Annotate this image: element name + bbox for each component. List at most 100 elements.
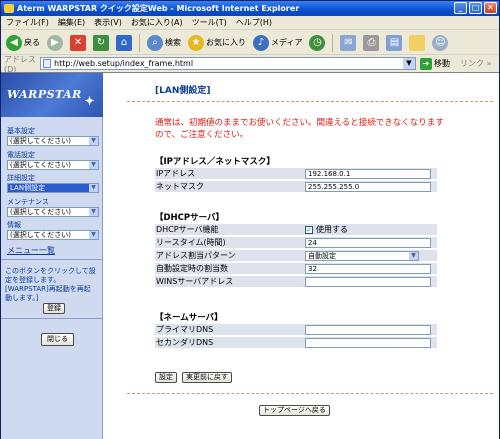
toolbar: ◀ 戻る ▶ ✕ ↻ ⌂ ⌕ 検索 ★ お気に入り ♪ メディア ◷ ✉ ⎙ ▤… — [1, 31, 499, 55]
primary-dns-label: プライマリDNS — [155, 324, 303, 336]
assign-count-label: 自動設定時の割当数 — [155, 263, 303, 275]
warning-text: 通常は、初期値のままでお使いください。間違えると接続できなくなりますので、ご注意… — [155, 118, 444, 140]
maximize-button[interactable]: □ — [469, 2, 482, 14]
refresh-button[interactable]: ↻ — [91, 33, 111, 53]
chevron-down-icon[interactable]: ▼ — [403, 58, 415, 69]
menu-help[interactable]: ヘルプ(H) — [236, 16, 272, 29]
nav-select-phone[interactable]: (選択してください) ▼ — [7, 160, 99, 170]
browser-window: Aterm WARPSTAR クイック設定Web - Microsoft Int… — [0, 0, 500, 439]
address-pattern-value: 自動設定 — [308, 251, 336, 260]
lease-time-input[interactable]: 24 — [305, 237, 431, 248]
nav-select-value: LAN側設定 — [10, 184, 46, 192]
revert-button[interactable]: 実更前に戻す — [182, 372, 232, 383]
mail-icon: ✉ — [340, 34, 357, 51]
ip-address-row: IPアドレス 192.168.0.1 — [155, 168, 437, 180]
mail-button[interactable]: ✉ — [338, 33, 358, 53]
wins-row: WINSサーバアドレス — [155, 276, 437, 288]
home-button[interactable]: ⌂ — [114, 33, 134, 53]
menu-tools[interactable]: ツール(T) — [192, 16, 227, 29]
back-button[interactable]: ◀ 戻る — [4, 33, 42, 53]
secondary-dns-input[interactable] — [305, 337, 431, 348]
nav-basic: 基本設定 (選択してください) ▼ — [7, 127, 99, 146]
media-button[interactable]: ♪ メディア — [251, 33, 304, 53]
nav-select-maintenance[interactable]: (選択してください) ▼ — [7, 207, 99, 217]
address-pattern-row: アドレス割当パターン 自動設定 ▼ — [155, 250, 437, 262]
sidebar-divider — [1, 259, 103, 260]
wins-label: WINSサーバアドレス — [155, 276, 303, 288]
chevron-down-icon: ▼ — [409, 251, 418, 260]
menu-view[interactable]: 表示(V) — [94, 16, 122, 29]
print-button[interactable]: ⎙ — [361, 33, 381, 53]
favorites-button[interactable]: ★ お気に入り — [186, 33, 248, 53]
form-buttons: 設定 実更前に戻す — [155, 372, 232, 383]
nav-select-value: (選択してください) — [10, 161, 72, 169]
messenger-icon: ☺ — [432, 34, 449, 51]
forward-arrow-icon: ▶ — [47, 34, 63, 51]
primary-dns-row: プライマリDNS — [155, 324, 437, 336]
assign-count-input[interactable]: 32 — [305, 263, 431, 274]
chevron-down-icon: ▼ — [89, 208, 98, 216]
assign-count-cell: 32 — [303, 263, 437, 275]
ip-address-input[interactable]: 192.168.0.1 — [305, 168, 431, 179]
close-button[interactable]: ✕ — [484, 2, 497, 14]
address-label: アドレス(D) — [4, 54, 36, 74]
address-pattern-cell: 自動設定 ▼ — [303, 250, 437, 262]
media-label: メディア — [271, 38, 303, 47]
register-note: このボタンをクリックして設定を登録します。[WARPSTAR]再起動を再起動しま… — [5, 267, 96, 302]
primary-dns-cell — [303, 324, 437, 336]
menu-file[interactable]: ファイル(F) — [6, 16, 49, 29]
search-icon: ⌕ — [147, 34, 163, 51]
register-button[interactable]: 登録 — [43, 303, 65, 314]
stop-button[interactable]: ✕ — [68, 33, 88, 53]
nav-phone: 電話設定 (選択してください) ▼ — [7, 151, 99, 170]
page-icon — [43, 59, 51, 68]
netmask-row: ネットマスク 255.255.255.0 — [155, 181, 437, 193]
name-server-heading: 【ネームサーバ】 — [155, 313, 223, 323]
secondary-dns-row: セカンダリDNS — [155, 337, 437, 349]
primary-dns-input[interactable] — [305, 324, 431, 335]
dhcp-enable-checkbox[interactable]: ✓ — [305, 225, 313, 234]
close-wrap: 閉じる — [41, 333, 74, 346]
messenger-button[interactable]: ☺ — [430, 33, 450, 53]
dhcp-function-row: DHCPサーバ機能 ✓ 使用する — [155, 224, 437, 236]
top-page-wrap: トップページへ戻る — [259, 405, 330, 416]
history-button[interactable]: ◷ — [307, 33, 327, 53]
lease-time-label: リースタイム(時間) — [155, 237, 303, 249]
address-url: http://web.setup/index_frame.html — [54, 59, 194, 68]
edit-page-icon: ▤ — [386, 34, 403, 51]
go-button[interactable]: ➔ 移動 — [420, 57, 450, 70]
chevron-down-icon: ▼ — [89, 137, 98, 145]
back-to-top-button[interactable]: トップページへ戻る — [259, 405, 330, 416]
wins-cell — [303, 276, 437, 288]
address-input[interactable]: http://web.setup/index_frame.html ▼ — [40, 57, 416, 70]
menu-list-link[interactable]: メニュー一覧 — [7, 246, 55, 255]
home-icon: ⌂ — [116, 34, 132, 51]
search-button[interactable]: ⌕ 検索 — [145, 33, 183, 53]
nav-select-info[interactable]: (選択してください) ▼ — [7, 230, 99, 240]
ip-address-cell: 192.168.0.1 — [303, 168, 437, 180]
close-window-button[interactable]: 閉じる — [41, 333, 74, 346]
edit-button[interactable]: ▤ — [384, 33, 404, 53]
secondary-dns-cell — [303, 337, 437, 349]
chevron-down-icon: ▼ — [89, 161, 98, 169]
folder-button[interactable] — [407, 33, 427, 53]
printer-icon: ⎙ — [363, 34, 380, 51]
minimize-button[interactable]: _ — [454, 2, 467, 14]
logo-star-icon: ✦ — [84, 94, 95, 108]
nav-select-advanced[interactable]: LAN側設定 ▼ — [7, 183, 99, 193]
nav-label: 基本設定 — [7, 127, 35, 135]
logo-text: WARPSTAR — [7, 88, 82, 101]
address-pattern-select[interactable]: 自動設定 ▼ — [305, 250, 419, 261]
nav-select-basic[interactable]: (選択してください) ▼ — [7, 136, 99, 146]
netmask-input[interactable]: 255.255.255.0 — [305, 181, 431, 192]
set-button[interactable]: 設定 — [155, 372, 177, 383]
menu-favorites[interactable]: お気に入り(A) — [131, 16, 183, 29]
nav-menu-list-wrap: メニュー一覧 — [7, 245, 99, 256]
nav-select-value: (選択してください) — [10, 137, 72, 145]
links-button[interactable]: リンク » — [460, 58, 491, 69]
netmask-label: ネットマスク — [155, 181, 303, 193]
menu-edit[interactable]: 編集(E) — [58, 16, 85, 29]
wins-input[interactable] — [305, 276, 431, 287]
forward-button[interactable]: ▶ — [45, 33, 65, 53]
address-pattern-label: アドレス割当パターン — [155, 250, 303, 262]
